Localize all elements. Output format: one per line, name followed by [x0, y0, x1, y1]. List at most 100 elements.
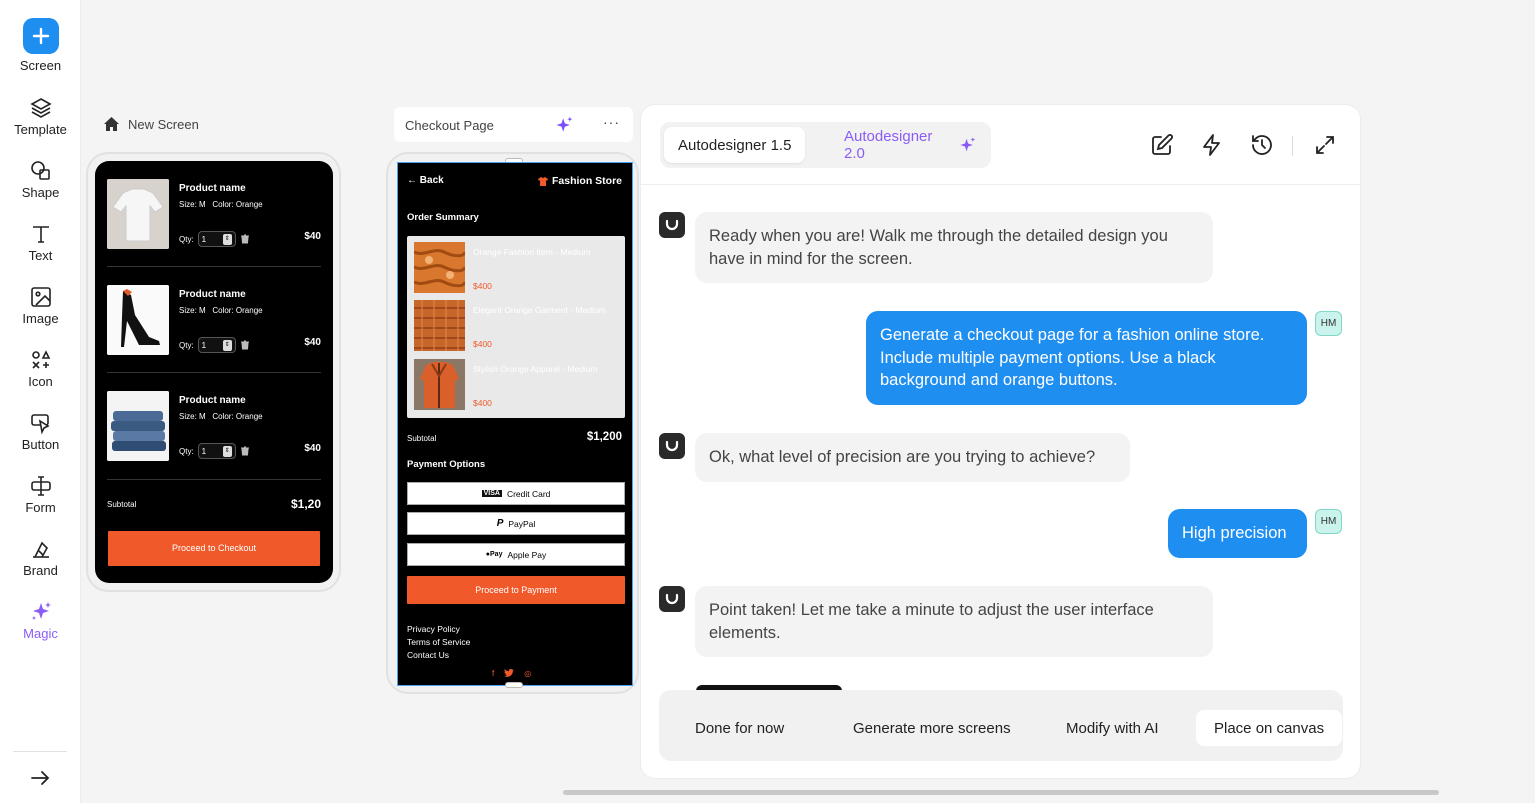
cart-item-price: $40	[304, 337, 321, 348]
tool-form[interactable]: Form	[0, 474, 81, 515]
subtotal-label: Subtotal	[107, 500, 137, 509]
place-on-canvas-button[interactable]: Place on canvas	[1196, 710, 1343, 746]
cart-item-name: Product name	[179, 395, 246, 406]
model-switcher: Autodesigner 1.5 Autodesigner 2.0	[660, 122, 991, 168]
screen1-frame[interactable]: Product name Size: M Color: Orange Qty: …	[86, 152, 341, 592]
order-summary-box: Orange Fashion Item - Medium $400 Elegan…	[407, 236, 625, 418]
user-message: Generate a checkout page for a fashion o…	[866, 311, 1307, 405]
tool-shape[interactable]: Shape	[0, 159, 81, 200]
autodesigner-chat-panel: Autodesigner 1.5 Autodesigner 2.0 Ready …	[641, 105, 1360, 778]
brand-icon	[32, 541, 49, 558]
tool-button[interactable]: Button	[0, 411, 81, 452]
tool-icon[interactable]: Icon	[0, 348, 81, 389]
proceed-to-checkout-button[interactable]: Proceed to Checkout	[108, 531, 320, 566]
bot-message: Point taken! Let me take a minute to adj…	[695, 586, 1213, 657]
tool-magic[interactable]: Magic	[0, 600, 81, 641]
chat-header: Autodesigner 1.5 Autodesigner 2.0	[641, 105, 1360, 185]
paypal-button[interactable]: P PayPal	[407, 512, 625, 535]
cart-item-qty: Qty: 1 ⇕	[179, 443, 250, 459]
contact-us-link[interactable]: Contact Us	[407, 650, 449, 660]
layers-icon	[29, 98, 52, 118]
home-icon	[104, 117, 119, 131]
back-link[interactable]: ← Back	[407, 175, 444, 186]
divider	[107, 372, 321, 373]
bot-avatar	[659, 212, 685, 238]
sparkle-icon[interactable]	[554, 115, 574, 135]
credit-card-button[interactable]: VISA Credit Card	[407, 482, 625, 505]
generate-more-screens-button[interactable]: Generate more screens	[835, 710, 1029, 746]
cart-item-price: $40	[304, 231, 321, 242]
tool-template[interactable]: Template	[0, 96, 81, 137]
privacy-policy-link[interactable]: Privacy Policy	[407, 624, 460, 634]
divider	[107, 479, 321, 480]
screen1-title-text: New Screen	[128, 116, 199, 132]
cart-item-name: Product name	[179, 289, 246, 300]
done-for-now-button[interactable]: Done for now	[677, 710, 802, 746]
quantity-stepper[interactable]: 1 ⇕	[197, 231, 236, 247]
order-item-name: Orange Fashion Item - Medium	[473, 247, 591, 257]
order-item-name: Elegant Orange Garment - Medium	[473, 305, 606, 315]
more-icon[interactable]: ···	[603, 114, 620, 130]
tool-label: Text	[28, 248, 53, 263]
screen2-frame[interactable]: ← Back Fashion Store Order Summary Orang…	[386, 152, 639, 694]
screen2-title-bar[interactable]: Checkout Page ···	[394, 107, 633, 142]
tool-label: Template	[14, 122, 67, 137]
bot-message: Ok, what level of precision are you tryi…	[695, 433, 1130, 482]
image-icon	[30, 287, 51, 307]
trash-icon[interactable]	[240, 446, 250, 456]
order-item-price: $400	[473, 281, 492, 291]
quantity-stepper[interactable]: 1 ⇕	[197, 337, 236, 353]
tab-autodesigner-1-5[interactable]: Autodesigner 1.5	[664, 127, 806, 163]
order-item: Stylish Orange Apparel - Medium $400	[414, 359, 618, 411]
tool-text[interactable]: Text	[0, 222, 81, 263]
twitter-icon[interactable]	[504, 669, 515, 680]
cart-item-qty: Qty: 1 ⇕	[179, 231, 250, 247]
edit-icon[interactable]	[1150, 133, 1174, 157]
facebook-icon[interactable]: f	[492, 669, 494, 680]
trash-icon[interactable]	[240, 340, 250, 350]
tool-brand[interactable]: Brand	[0, 537, 81, 578]
tab-autodesigner-2-0[interactable]: Autodesigner 2.0	[830, 127, 991, 163]
instagram-icon[interactable]: ◎	[524, 669, 531, 680]
screen1-canvas: Product name Size: M Color: Orange Qty: …	[95, 161, 333, 583]
horizontal-scrollbar[interactable]	[563, 790, 1439, 795]
expand-icon[interactable]	[1313, 133, 1337, 157]
cart-item-qty: Qty: 1 ⇕	[179, 337, 250, 353]
trash-icon[interactable]	[240, 234, 250, 244]
sweatshirt-image	[107, 179, 169, 249]
plus-icon	[22, 18, 59, 54]
orange-garment-image	[414, 300, 465, 351]
jeans-image	[107, 391, 169, 461]
subtotal-value: $1,20	[290, 497, 321, 511]
order-summary-heading: Order Summary	[407, 212, 479, 223]
cart-item: Product name Size: M Color: Orange Qty: …	[95, 171, 333, 277]
paypal-icon: P	[496, 518, 504, 529]
orange-jacket-image	[414, 359, 465, 410]
cart-item: Product name Size: M Color: Orange Qty: …	[95, 383, 333, 489]
order-item: Orange Fashion Item - Medium $400	[414, 242, 618, 294]
screen2-canvas: ← Back Fashion Store Order Summary Orang…	[397, 162, 633, 686]
proceed-to-payment-button[interactable]: Proceed to Payment	[407, 576, 625, 604]
lightning-icon[interactable]	[1200, 133, 1224, 157]
tool-screen[interactable]: Screen	[0, 18, 81, 73]
subtotal-value: $1,200	[586, 431, 622, 443]
tool-label: Form	[25, 500, 56, 515]
bot-avatar	[659, 586, 685, 612]
arrow-right-icon[interactable]	[28, 766, 52, 790]
screen2-title: Checkout Page	[405, 118, 494, 133]
tool-label: Screen	[19, 58, 62, 73]
terms-of-service-link[interactable]: Terms of Service	[407, 637, 470, 647]
apple-pay-button[interactable]: ●Pay Apple Pay	[407, 543, 625, 566]
modify-with-ai-button[interactable]: Modify with AI	[1048, 710, 1177, 746]
resize-handle-bottom[interactable]	[505, 682, 523, 688]
orange-fabric-image	[414, 242, 465, 293]
sidebar-divider	[13, 751, 67, 752]
history-icon[interactable]	[1250, 133, 1274, 157]
tool-image[interactable]: Image	[0, 285, 81, 326]
tool-label: Button	[21, 437, 60, 452]
payment-options-heading: Payment Options	[407, 459, 486, 470]
screen1-title[interactable]: New Screen	[103, 116, 199, 132]
quantity-stepper[interactable]: 1 ⇕	[197, 443, 236, 459]
tool-label: Brand	[23, 563, 58, 578]
heels-image	[107, 285, 169, 355]
